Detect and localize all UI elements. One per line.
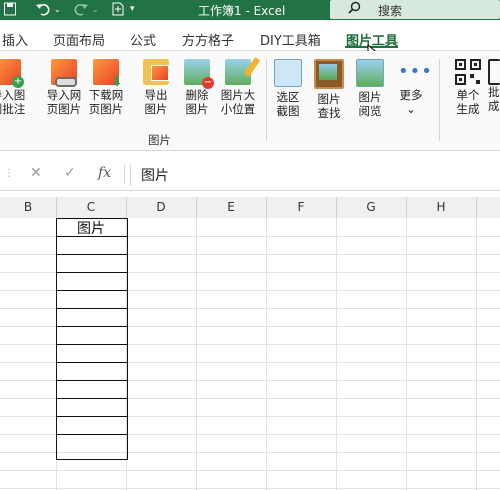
bordered-cell[interactable] (56, 344, 128, 363)
formula-content: 图片 (141, 168, 169, 184)
bordered-cell[interactable] (56, 290, 128, 309)
bordered-cell[interactable] (56, 326, 128, 345)
ribbon-panel: + 导入图 到批注 导入网 页图片 ⬇ 下载网 页图片 导出 图片 − 删除 图… (0, 51, 500, 151)
delete-image-button[interactable]: − 删除 图片 (175, 59, 219, 116)
bordered-cell[interactable] (56, 254, 128, 273)
image-size-position-icon (225, 57, 261, 85)
customize-qat-icon[interactable]: ▾ (130, 4, 135, 14)
more-button[interactable]: ••• 更多 ⌄ (389, 59, 433, 116)
qr-single-icon (455, 59, 481, 85)
formula-input[interactable]: 图片 (130, 164, 500, 186)
tab-formulas[interactable]: 公式 (130, 30, 156, 49)
drag-handle-icon[interactable]: ⋮ (4, 168, 14, 179)
confirm-icon[interactable]: ✓ (64, 165, 76, 181)
redo-dropdown-icon[interactable]: ⌄ (92, 5, 99, 14)
bordered-cell[interactable] (56, 416, 128, 435)
cell-C1[interactable]: 图片 (56, 218, 126, 237)
import-web-image-icon (51, 59, 77, 87)
import-web-image-button[interactable]: 导入网 页图片 (42, 59, 86, 116)
image-size-position-button[interactable]: 图片大 小位置 (216, 57, 261, 116)
column-header-G[interactable]: G (336, 197, 407, 218)
window-title: 工作簿1 - Excel (198, 4, 286, 18)
bordered-cell[interactable] (56, 308, 128, 327)
search-placeholder: 搜索 (378, 4, 403, 18)
import-to-comment-button[interactable]: + 导入图 到批注 (0, 59, 30, 116)
export-image-icon (143, 59, 169, 85)
column-header-row: B C D E F G H (0, 197, 500, 219)
search-box[interactable]: 搜索 (330, 0, 500, 19)
title-bar: ⌄ ⌄ ▾ 工作簿1 - Excel 搜索 (0, 0, 500, 20)
bordered-cell[interactable] (56, 434, 128, 460)
column-header-H[interactable]: H (406, 197, 477, 218)
more-icon: ••• (398, 61, 433, 82)
import-to-comment-icon: + (0, 59, 24, 88)
cancel-icon[interactable]: ✕ (30, 165, 42, 181)
ribbon-tabs: 插入 页面布局 公式 方方格子 DIY工具箱 图片工具 (0, 20, 500, 51)
search-icon (348, 1, 361, 18)
image-find-icon (314, 59, 344, 89)
tab-insert[interactable]: 插入 (2, 30, 28, 49)
qr-single-button[interactable]: 单个 生成 (446, 59, 490, 116)
screenshot-selection-icon (274, 59, 302, 87)
delete-image-icon: − (184, 59, 214, 89)
redo-icon[interactable] (74, 2, 88, 19)
grid-line (406, 218, 407, 490)
column-header-B[interactable]: B (0, 197, 57, 218)
column-header-F[interactable]: F (266, 197, 337, 218)
new-file-icon[interactable] (112, 2, 124, 19)
bordered-cell[interactable] (56, 380, 128, 399)
qr-batch-button[interactable]: 批 成 (488, 59, 500, 113)
formula-tools: ✕ ✓ fx (16, 164, 125, 184)
tab-page-layout[interactable]: 页面布局 (53, 30, 105, 49)
insert-function-icon[interactable]: fx (98, 165, 111, 181)
grid-line (266, 218, 267, 490)
bordered-cell[interactable] (56, 272, 128, 291)
screenshot-selection-button[interactable]: 选区 截图 (266, 59, 310, 118)
image-view-icon (356, 59, 384, 87)
grid-line (0, 488, 500, 489)
worksheet-grid[interactable]: 图片 (0, 218, 500, 490)
tab-fangfang[interactable]: 方方格子 (182, 30, 234, 49)
download-web-image-button[interactable]: ⬇ 下载网 页图片 (84, 59, 128, 116)
formula-bar: ⋮ ✕ ✓ fx 图片 (0, 158, 500, 191)
qr-batch-icon (488, 59, 500, 85)
column-header-E[interactable]: E (196, 197, 267, 218)
bordered-cell[interactable] (56, 362, 128, 381)
undo-icon[interactable] (36, 2, 50, 19)
download-web-image-icon: ⬇ (93, 59, 123, 89)
image-view-button[interactable]: 图片 阅览 (348, 59, 392, 118)
export-image-button[interactable]: 导出 图片 (134, 59, 178, 116)
grid-line (336, 218, 337, 490)
grid-line (0, 470, 500, 471)
ribbon-separator (439, 59, 440, 141)
grid-line (196, 218, 197, 490)
tab-diy-toolbox[interactable]: DIY工具箱 (260, 30, 321, 49)
ribbon-group-label: 图片 (148, 133, 171, 147)
bordered-cell[interactable] (56, 398, 128, 417)
column-header-D[interactable]: D (126, 197, 197, 218)
undo-dropdown-icon[interactable]: ⌄ (54, 5, 61, 14)
save-icon[interactable] (4, 2, 16, 19)
chevron-down-icon: ⌄ (406, 102, 416, 116)
column-header-C[interactable]: C (56, 197, 127, 218)
grid-line (476, 218, 477, 490)
bordered-cell[interactable] (56, 236, 128, 255)
image-find-button[interactable]: 图片 查找 (307, 59, 351, 120)
